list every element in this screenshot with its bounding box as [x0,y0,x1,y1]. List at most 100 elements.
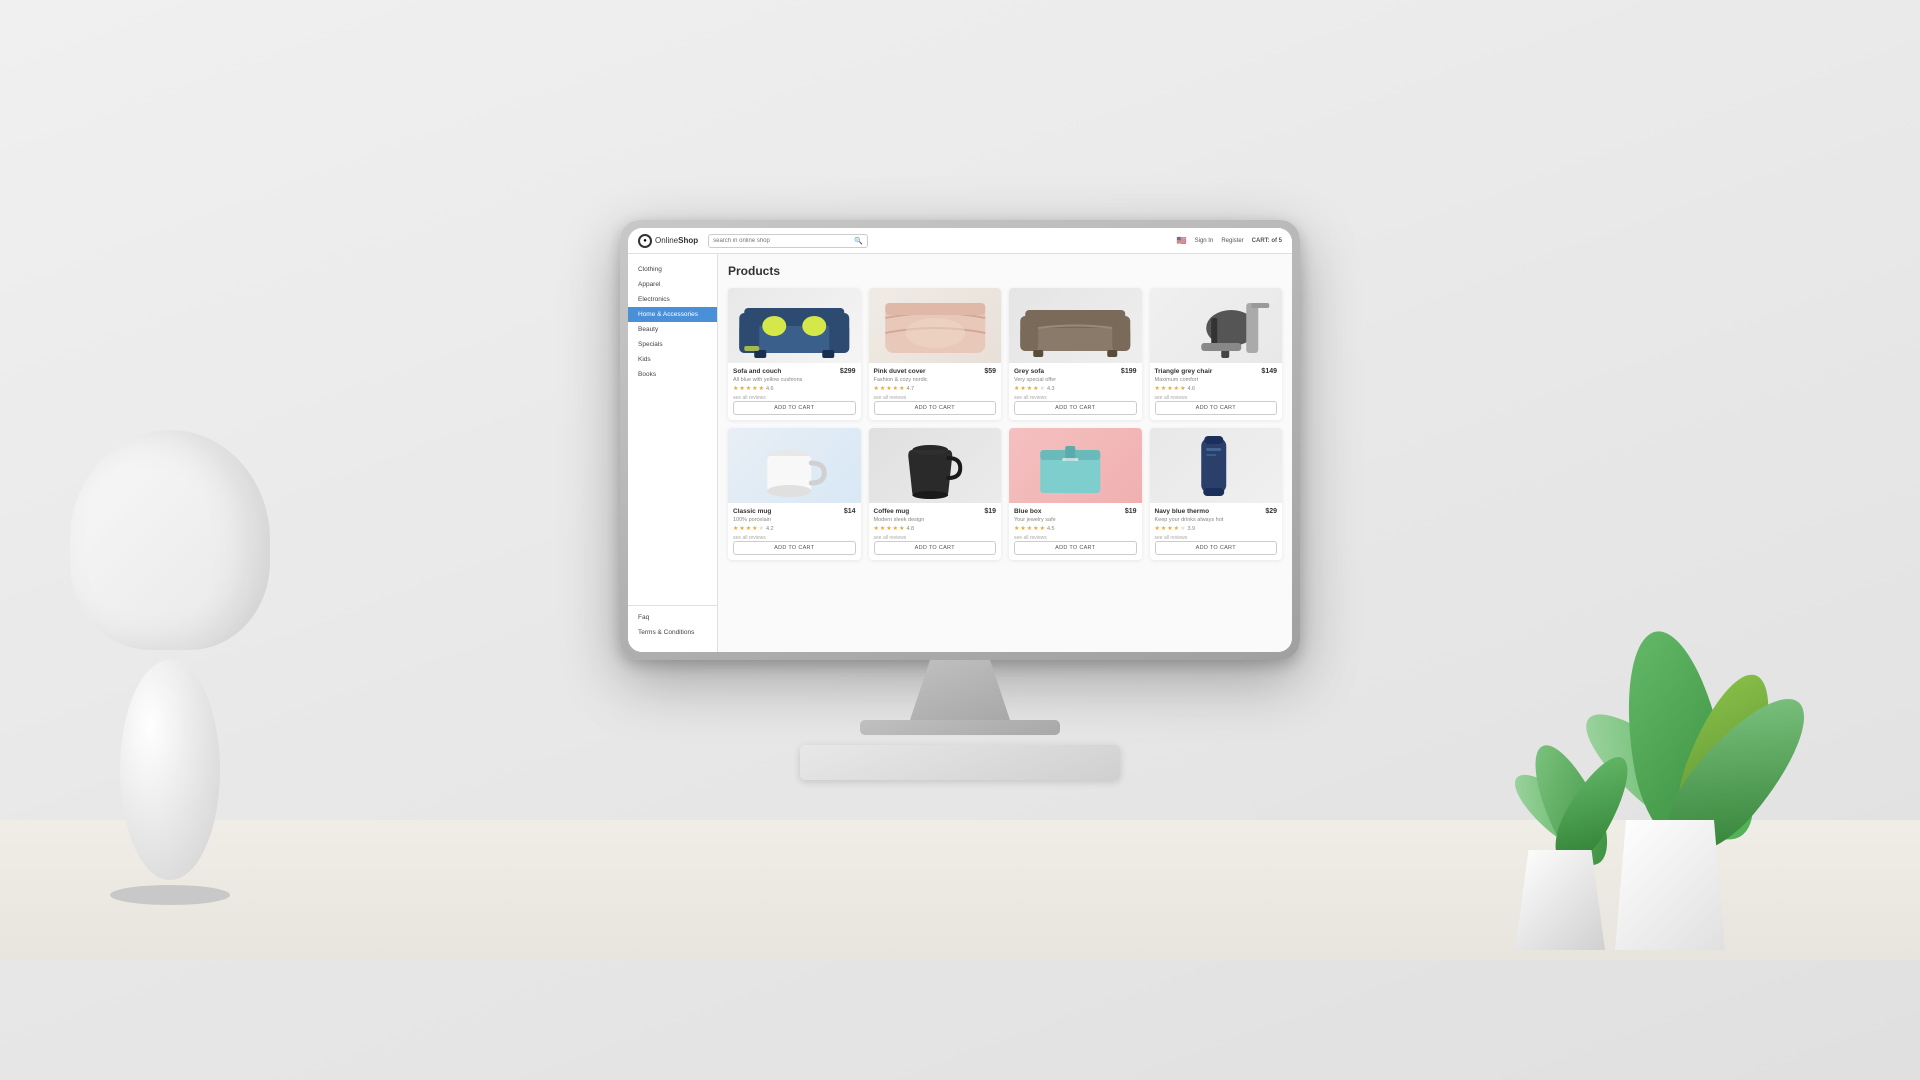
add-to-cart-grey-sofa[interactable]: ADD TO CART [1014,401,1137,415]
product-name-classic-mug: Classic mug [733,508,771,515]
add-to-cart-coffee-mug[interactable]: ADD TO CART [874,541,997,555]
product-name-coffee-mug: Coffee mug [874,508,910,515]
star-4: ★ [1174,525,1179,532]
search-icon: 🔍 [854,237,863,245]
product-name-price-blue-box: Blue box $19 [1014,508,1137,515]
search-input[interactable] [713,238,851,244]
search-bar[interactable]: 🔍 [708,234,868,248]
add-to-cart-classic-mug[interactable]: ADD TO CART [733,541,856,555]
blue-box-svg [1009,428,1142,503]
monitor-wrapper: ● OnlineShop 🔍 🇺🇸 Sign In [620,220,1300,780]
keyboard [800,745,1120,780]
product-card-coffee-mug: Coffee mug $19 Modern sleek design ★ ★ ★ [869,428,1002,560]
add-to-cart-blue-box[interactable]: ADD TO CART [1014,541,1137,555]
sofa-couch-svg [728,288,861,363]
pink-duvet-svg [869,288,1002,363]
product-price-navy-thermo: $29 [1265,508,1277,515]
star-5: ★ [899,385,904,392]
product-info-pink-duvet: Pink duvet cover $59 Fashion & cozy nord… [869,363,1002,420]
sidebar-item-specials[interactable]: Specials [628,337,717,352]
star-4: ★ [752,385,757,392]
product-desc-grey-sofa: Very special offer [1014,377,1137,383]
product-info-navy-thermo: Navy blue thermo $29 Keep your drinks al… [1150,503,1283,560]
product-name-price-coffee-mug: Coffee mug $19 [874,508,997,515]
sidebar-item-faq[interactable]: Faq [628,610,717,625]
star-1: ★ [733,525,738,532]
product-desc-sofa-couch: All blue with yellow cushions [733,377,856,383]
monitor-screen: ● OnlineShop 🔍 🇺🇸 Sign In [628,228,1292,652]
sidebar-item-electronics[interactable]: Electronics [628,292,717,307]
signin-link[interactable]: Sign In [1195,238,1214,244]
sidebar-item-beauty[interactable]: Beauty [628,322,717,337]
product-stars-blue-box: ★ ★ ★ ★ ★ 4.5 [1014,525,1137,532]
sidebar-item-apparel[interactable]: Apparel [628,277,717,292]
lamp-body [120,660,220,880]
rating-num: 4.6 [1187,386,1195,392]
product-stars-navy-thermo: ★ ★ ★ ★ ★ 3.9 [1155,525,1278,532]
star-1: ★ [874,385,879,392]
star-1: ★ [1155,385,1160,392]
navy-thermo-svg [1150,428,1283,503]
sidebar-item-books[interactable]: Books [628,367,717,382]
product-name-price-grey-sofa: Grey sofa $199 [1014,368,1137,375]
sidebar-footer: Faq Terms & Conditions [628,605,717,644]
sidebar-item-home[interactable]: Home & Accessories [628,307,717,322]
main-content: Products [718,254,1292,652]
product-price-grey-sofa: $199 [1121,368,1137,375]
product-desc-classic-mug: 100% porcelain [733,517,856,523]
product-price-triangle-chair: $149 [1261,368,1277,375]
star-1: ★ [1155,525,1160,532]
product-name-pink-duvet: Pink duvet cover [874,368,926,375]
sidebar-item-clothing[interactable]: Clothing [628,262,717,277]
star-2: ★ [1020,525,1025,532]
star-1: ★ [733,385,738,392]
product-desc-navy-thermo: Keep your drinks always hot [1155,517,1278,523]
lamp-base [110,885,230,905]
monitor-stand [910,660,1010,720]
star-3: ★ [1167,385,1172,392]
product-name-price-duvet: Pink duvet cover $59 [874,368,997,375]
product-info-blue-box: Blue box $19 Your jewelry safe ★ ★ ★ [1009,503,1142,560]
rating-num: 4.8 [906,526,914,532]
product-card-sofa-couch: Sofa and couch $299 All blue with yellow… [728,288,861,420]
sidebar-item-kids[interactable]: Kids [628,352,717,367]
cart-info[interactable]: CART: of 5 [1252,238,1282,244]
star-5: ★ [1040,525,1045,532]
star-1: ★ [1014,385,1019,392]
rating-num: 3.9 [1187,526,1195,532]
product-card-pink-duvet: Pink duvet cover $59 Fashion & cozy nord… [869,288,1002,420]
product-image-triangle-chair [1150,288,1283,363]
product-image-classic-mug [728,428,861,503]
register-link[interactable]: Register [1221,238,1243,244]
product-card-navy-thermo: Navy blue thermo $29 Keep your drinks al… [1150,428,1283,560]
star-1: ★ [1014,525,1019,532]
add-to-cart-pink-duvet[interactable]: ADD TO CART [874,401,997,415]
product-image-navy-thermo [1150,428,1283,503]
star-2: ★ [1020,385,1025,392]
app-header: ● OnlineShop 🔍 🇺🇸 Sign In [628,228,1292,254]
star-5: ★ [759,385,764,392]
product-name-blue-box: Blue box [1014,508,1041,515]
sidebar-item-terms[interactable]: Terms & Conditions [628,625,717,640]
add-to-cart-sofa-couch[interactable]: ADD TO CART [733,401,856,415]
app-ui: ● OnlineShop 🔍 🇺🇸 Sign In [628,228,1292,652]
product-name-price-sofa: Sofa and couch $299 [733,368,856,375]
add-to-cart-triangle-chair[interactable]: ADD TO CART [1155,401,1278,415]
rating-num: 4.5 [1047,526,1055,532]
star-5: ★ [759,525,764,532]
logo-text-online: Online [655,236,678,245]
product-desc-blue-box: Your jewelry safe [1014,517,1137,523]
grey-sofa-svg [1009,288,1142,363]
star-3: ★ [886,385,891,392]
add-to-cart-navy-thermo[interactable]: ADD TO CART [1155,541,1278,555]
product-name-sofa-couch: Sofa and couch [733,368,781,375]
logo-text: OnlineShop [655,236,698,245]
scene: ● OnlineShop 🔍 🇺🇸 Sign In [0,0,1920,1080]
rating-num: 4.7 [906,386,914,392]
product-image-grey-sofa [1009,288,1142,363]
product-image-sofa-couch [728,288,861,363]
star-4: ★ [893,525,898,532]
star-2: ★ [1161,525,1166,532]
product-name-price-triangle-chair: Triangle grey chair $149 [1155,368,1278,375]
product-stars-pink-duvet: ★ ★ ★ ★ ★ 4.7 [874,385,997,392]
